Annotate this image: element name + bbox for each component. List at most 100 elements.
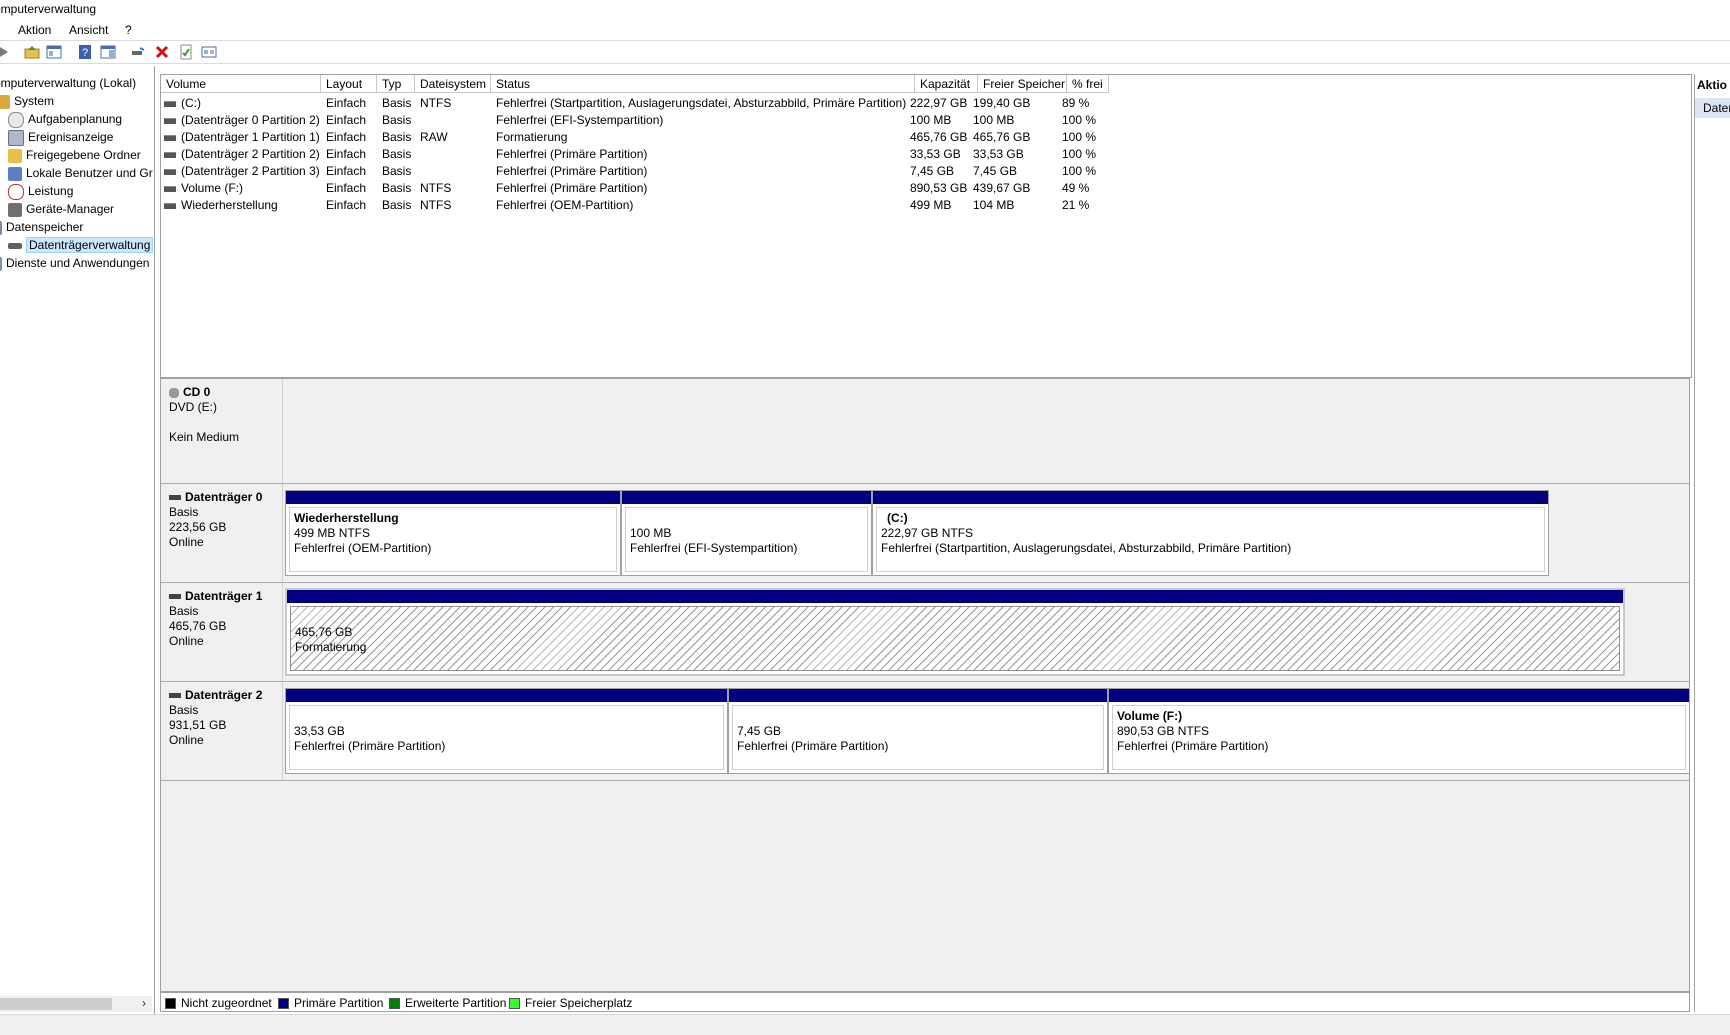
menu-file[interactable]: i [0, 23, 1, 37]
partition-wiederherstellung[interactable]: Wiederherstellung 499 MB NTFS Fehlerfrei… [285, 490, 621, 576]
tree-item-freigegebene-ordner[interactable]: Freigegebene Ordner [8, 147, 141, 163]
tree-item-ereignisanzeige[interactable]: Ereignisanzeige [8, 129, 113, 146]
help-icon[interactable]: ? [77, 44, 93, 60]
volume-cell-text: Fehlerfrei (Primäre Partition) [496, 147, 648, 161]
column-header-layout[interactable]: Layout [321, 75, 377, 93]
column-header-dateisystem[interactable]: Dateisystem [415, 75, 491, 93]
tree-item-label: Datenträgerverwaltung [26, 237, 154, 253]
volume-cell-text: 100 MB [973, 113, 1015, 127]
partition-disk2-p3[interactable]: 7,45 GB Fehlerfrei (Primäre Partition) [728, 688, 1108, 774]
tree-item-leistung[interactable]: Leistung [8, 183, 73, 200]
menu-ansicht[interactable]: Ansicht [69, 23, 108, 37]
primary-partition-bar [286, 491, 620, 504]
column-header-status[interactable]: Status [491, 75, 915, 93]
primary-partition-bar [287, 590, 1623, 603]
volume-row[interactable]: Volume (F:) Einfach Basis NTFS Fehlerfrei (P… [161, 180, 1261, 197]
partition-status: Formatierung [295, 640, 367, 654]
volume-cell-text: 100 % [1062, 113, 1097, 127]
volume-row[interactable]: Wiederherstellung Einfach Basis NTFS Fehlerf… [161, 197, 1261, 214]
up-folder-icon[interactable] [24, 44, 40, 60]
partition-status: Fehlerfrei (EFI-Systempartition) [630, 541, 798, 555]
partition-size: 499 MB NTFS [294, 526, 371, 540]
disk-label-1[interactable]: Datenträger 1 Basis 465,76 GB Online [161, 583, 283, 682]
volume-cell: 100 % [1062, 163, 1096, 180]
tree-item-label: Dienste und Anwendungen [6, 256, 150, 270]
tree-item-label: Datenspeicher [6, 220, 84, 234]
volume-cell-text: Basis [382, 181, 412, 195]
volume-cell-text: 100 % [1062, 130, 1097, 144]
event-viewer-icon [8, 129, 24, 146]
volume-row[interactable]: (Datenträger 0 Partition 2) Einfach Basis F… [161, 112, 1261, 129]
volume-cell: Fehlerfrei (Startpartition, Auslagerungs… [496, 95, 906, 112]
tree-item-dienste[interactable]: Dienste und Anwendungen [0, 255, 149, 271]
volume-cell: 100 MB [910, 112, 951, 129]
users-icon [8, 166, 22, 181]
tree-item-label: Geräte-Manager [26, 202, 115, 216]
scroll-right-icon[interactable]: › [142, 996, 146, 1010]
volume-cell-text: Fehlerfrei (EFI-Systempartition) [496, 113, 664, 127]
volume-cell: (Datenträger 1 Partition 1) [164, 129, 320, 146]
title-bar: omputerverwaltung [0, 0, 1730, 20]
partition-efi[interactable]: 100 MB Fehlerfrei (EFI-Systempartition) [621, 490, 872, 576]
volume-cell-text: Basis [382, 164, 412, 178]
actions-item-datentraeger[interactable]: Dater [1695, 98, 1730, 118]
tree-horizontal-scrollbar[interactable]: › [0, 996, 152, 1012]
partition-volume-f[interactable]: Volume (F:) 890,53 GB NTFS Fehlerfrei (P… [1108, 688, 1690, 774]
column-header-freier-speicher[interactable]: Freier Speicher [978, 75, 1067, 93]
disk-label-cd0[interactable]: CD 0 DVD (E:) Kein Medium [161, 379, 283, 484]
volume-cell-text: Basis [382, 147, 412, 161]
tree-item-geraete-manager[interactable]: Geräte-Manager [8, 201, 114, 217]
partition-disk1[interactable]: 465,76 GB Formatierung [285, 588, 1625, 676]
tree-item-aufgabenplanung[interactable]: Aufgabenplanung [8, 111, 122, 128]
volume-cell: 199,40 GB [973, 95, 1030, 112]
volume-cell-text: Einfach [326, 164, 367, 178]
forward-icon[interactable] [0, 44, 12, 60]
partition-size: 100 MB [630, 526, 672, 540]
column-header-volume[interactable]: Volume [161, 75, 321, 93]
volume-icon [164, 134, 176, 141]
partition-disk2-p2[interactable]: 33,53 GB Fehlerfrei (Primäre Partition) [285, 688, 728, 774]
volume-cell-text: (Datenträger 2 Partition 2) [181, 147, 320, 161]
partition-c[interactable]: (C:) 222,97 GB NTFS Fehlerfrei (Startpar… [872, 490, 1549, 576]
volume-cell-text: 89 % [1062, 96, 1090, 110]
menu-help[interactable]: ? [125, 23, 132, 37]
view-icon[interactable] [201, 44, 217, 60]
menu-aktion[interactable]: Aktion [18, 23, 51, 37]
volume-row[interactable]: (Datenträger 2 Partition 3) Einfach Basis F… [161, 163, 1261, 180]
volume-cell: 7,45 GB [910, 163, 954, 180]
column-header-typ[interactable]: Typ [377, 75, 415, 93]
volume-cell: Fehlerfrei (Primäre Partition) [496, 163, 647, 180]
tree-item-datenspeicher[interactable]: Datenspeicher [0, 219, 83, 235]
disk-drive-letter: DVD (E:) [169, 400, 217, 414]
volume-cell-text: Einfach [326, 113, 367, 127]
show-hide-pane-icon[interactable] [100, 44, 116, 60]
delete-icon[interactable] [154, 44, 170, 60]
volume-cell: NTFS [420, 95, 451, 112]
disk-label-2[interactable]: Datenträger 2 Basis 931,51 GB Online [161, 682, 283, 781]
volume-row[interactable]: (C:) Einfach Basis NTFS Fehlerfrei (Startpar… [161, 95, 1261, 112]
services-icon [0, 256, 2, 271]
disk-row-2: Datenträger 2 Basis 931,51 GB Online 33,… [161, 682, 1690, 781]
console-tree-icon[interactable] [46, 44, 62, 60]
volume-cell: Formatierung [496, 129, 567, 146]
properties-icon[interactable] [178, 44, 194, 60]
disk-label-0[interactable]: Datenträger 0 Basis 223,56 GB Online [161, 484, 283, 583]
storage-icon [0, 220, 2, 235]
tree-item-lokale-benutzer[interactable]: Lokale Benutzer und Gr [8, 165, 153, 181]
scrollbar-thumb[interactable] [0, 998, 112, 1010]
disk-state: Online [169, 733, 204, 747]
column-header-kapazitaet[interactable]: Kapazität [915, 75, 978, 93]
volume-row[interactable]: (Datenträger 1 Partition 1) Einfach Basis R… [161, 129, 1261, 146]
tree-item-computerverwaltung[interactable]: omputerverwaltung (Lokal) [0, 75, 136, 91]
volume-icon [164, 151, 176, 158]
primary-partition-bar [729, 689, 1107, 702]
volume-cell: Einfach [326, 146, 366, 163]
column-header-prozent-frei[interactable]: % frei [1067, 75, 1109, 93]
volume-row[interactable]: (Datenträger 2 Partition 2) Einfach Basis F… [161, 146, 1261, 163]
volume-cell: Wiederherstellung [164, 197, 278, 214]
tree-item-datentraegerverwaltung[interactable]: Datenträgerverwaltung [8, 237, 154, 253]
connect-icon[interactable] [130, 44, 146, 60]
partition-size: 890,53 GB NTFS [1117, 724, 1210, 738]
disk-graphical-view: CD 0 DVD (E:) Kein Medium Datenträger 0 … [160, 378, 1690, 992]
tree-item-system[interactable]: System [0, 93, 54, 109]
